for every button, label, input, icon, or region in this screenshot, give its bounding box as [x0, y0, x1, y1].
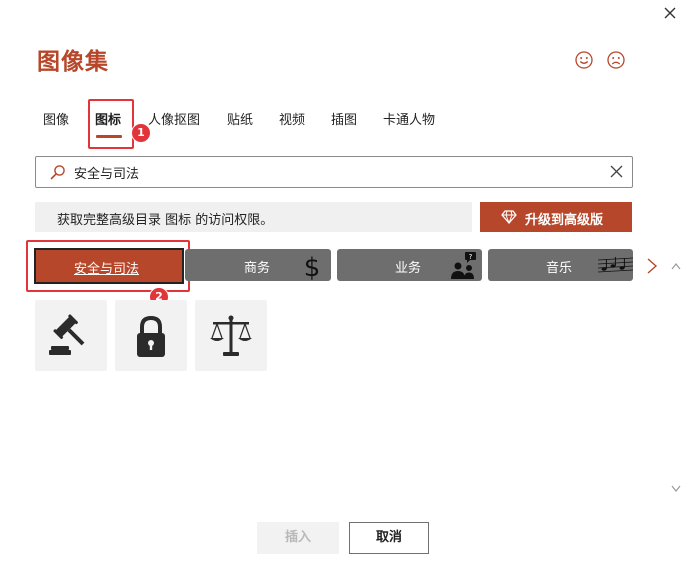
svg-text:?: ?	[469, 253, 473, 261]
chevron-right-icon[interactable]	[646, 257, 658, 275]
search-icon	[50, 165, 65, 180]
dollar-icon: $	[304, 253, 321, 281]
scales-icon	[210, 315, 252, 356]
upgrade-banner: 获取完整高级目录 图标 的访问权限。	[35, 202, 472, 232]
tab-stickers[interactable]: 贴纸	[227, 109, 253, 128]
category-label: 商务	[244, 261, 271, 276]
diamond-icon	[501, 210, 517, 225]
upgrade-button-label: 升级到高级版	[525, 213, 604, 228]
search-box	[35, 156, 633, 188]
tab-cartoon-people[interactable]: 卡通人物	[383, 109, 435, 128]
annotation-highlight-tab	[88, 99, 134, 149]
chevron-up-icon[interactable]	[671, 262, 681, 270]
dialog-title: 图像集	[37, 49, 109, 75]
upgrade-button[interactable]: 升级到高级版	[480, 202, 632, 232]
scrollbar[interactable]	[668, 248, 684, 510]
frown-icon[interactable]	[606, 50, 626, 70]
svg-text:$: $	[304, 253, 321, 281]
category-business[interactable]: 业务 ?	[337, 249, 482, 281]
search-input[interactable]	[72, 161, 596, 183]
tab-portrait-cutout[interactable]: 人像抠图	[148, 109, 200, 128]
tab-images[interactable]: 图像	[43, 109, 69, 128]
tab-illustrations[interactable]: 插图	[331, 109, 357, 128]
category-music[interactable]: 音乐	[488, 249, 633, 281]
result-tile-lock[interactable]	[115, 300, 187, 371]
tab-videos[interactable]: 视频	[279, 109, 305, 128]
annotation-highlight-category	[26, 240, 190, 292]
close-icon[interactable]	[661, 4, 679, 22]
result-tile-scales[interactable]	[195, 300, 267, 371]
music-staff-icon	[598, 257, 633, 273]
close-icon[interactable]	[610, 165, 623, 178]
cancel-button[interactable]: 取消	[349, 522, 429, 554]
chevron-down-icon[interactable]	[671, 485, 681, 493]
category-label: 音乐	[546, 261, 573, 276]
lock-icon	[137, 315, 165, 357]
image-collection-dialog: 图像集 图像 图标 人像抠图 贴纸 视频 插图 卡通人物 1 获取完整高级目录 …	[0, 0, 686, 565]
annotation-badge-1: 1	[131, 123, 151, 143]
category-commerce[interactable]: 商务 $	[185, 249, 331, 281]
result-tile-gavel[interactable]	[35, 300, 107, 371]
gavel-icon	[49, 314, 85, 355]
category-label: 业务	[395, 261, 422, 276]
people-chat-icon: ?	[451, 252, 476, 279]
upgrade-message: 获取完整高级目录 图标 的访问权限。	[57, 213, 274, 228]
smile-icon[interactable]	[574, 50, 594, 70]
insert-button[interactable]: 插入	[257, 522, 339, 554]
